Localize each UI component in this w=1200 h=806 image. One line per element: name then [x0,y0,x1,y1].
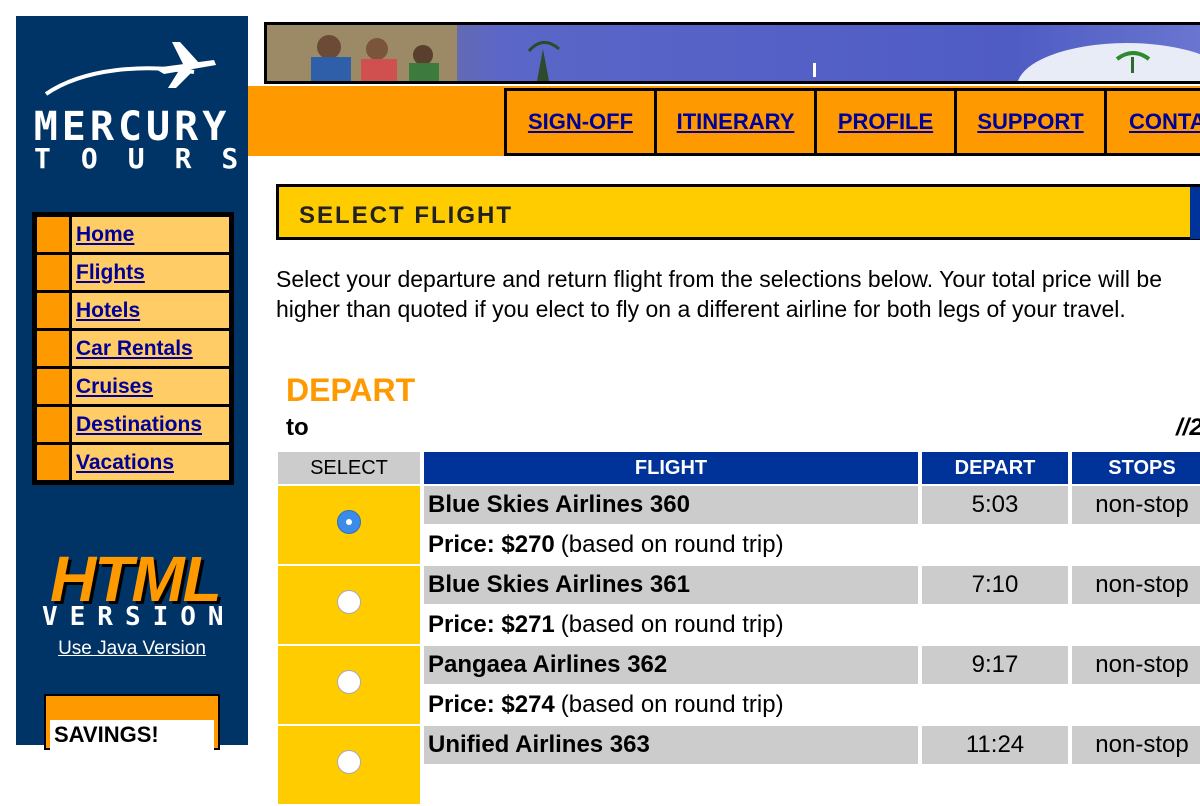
savings-text: SAVINGS! [54,722,159,747]
sidebar-link-car-rentals[interactable]: Car Rentals [76,337,193,361]
sidebar-link-destinations[interactable]: Destinations [76,413,202,437]
section-title: SELECT FLIGHT [299,202,513,229]
itinerary-link[interactable]: ITINERARY [677,109,795,135]
flight-name: Blue Skies Airlines 361 [424,566,918,604]
topnav-item-profile: PROFILE [814,88,954,156]
select-flight-header: SELECT FLIGHT [276,184,1200,240]
flight-depart-time: 9:17 [922,646,1068,684]
header-banner-image [264,22,1200,84]
depart-date: //2 [1176,414,1200,441]
flight-name: Unified Airlines 363 [424,726,918,764]
mercury-tours-logo[interactable]: MERCURY TOURS [16,38,248,178]
sidebar-item-vacations: Vacations [34,445,232,480]
flight-price: Price: $270 [428,531,555,558]
airplane-logo-icon [44,42,216,96]
flight-price: Price: $274 [428,691,555,718]
table-row: Blue Skies Airlines 360 5:03 non-stop Pr… [276,486,1200,566]
topnav-item-sign-off: SIGN-OFF [504,88,654,156]
logo-text-tours: TOURS [34,142,269,175]
topnav-item-itinerary: ITINERARY [654,88,814,156]
sidebar-item-home: Home [34,217,232,252]
flight-depart-time: 11:24 [922,726,1068,764]
flight-radio-1[interactable] [337,590,361,614]
profile-link[interactable]: PROFILE [838,109,933,135]
column-header-flight: FLIGHT [424,452,918,484]
column-header-stops: STOPS [1072,452,1200,484]
flight-name: Blue Skies Airlines 360 [424,486,918,524]
table-row: Unified Airlines 363 11:24 non-stop [276,726,1200,806]
top-navigation-bar: SIGN-OFF ITINERARY PROFILE SUPPORT CONTA… [248,86,1200,156]
flight-stops: non-stop [1072,726,1200,764]
top-nav-links: SIGN-OFF ITINERARY PROFILE SUPPORT CONTA… [504,88,1200,156]
sidebar-link-hotels[interactable]: Hotels [76,299,140,323]
support-link[interactable]: SUPPORT [977,109,1083,135]
depart-title: DEPART [286,372,416,408]
use-java-version-link[interactable]: Use Java Version [58,638,206,659]
version-badge-text: VERSION [42,602,236,632]
flight-stops: non-stop [1072,486,1200,524]
sign-off-link[interactable]: SIGN-OFF [528,109,633,135]
flight-price-note: (based on round trip) [560,691,784,718]
sidebar-item-destinations: Destinations [34,407,232,442]
sidebar-link-cruises[interactable]: Cruises [76,375,153,399]
flight-stops: non-stop [1072,566,1200,604]
html-version-badge: HTML VERSION [16,536,248,632]
column-header-depart: DEPART [922,452,1068,484]
intro-text: Select your departure and return flight … [276,266,1162,322]
sidebar-link-home[interactable]: Home [76,223,134,247]
flight-radio-2[interactable] [337,670,361,694]
column-header-select: SELECT [278,452,420,484]
sidebar-link-flights[interactable]: Flights [76,261,145,285]
flight-name: Pangaea Airlines 362 [424,646,918,684]
sidebar-item-flights: Flights [34,255,232,290]
flight-radio-3[interactable] [337,750,361,774]
sidebar-nav: Home Flights Hotels Car Rentals Cruises … [32,212,234,485]
banner-photo-icon [267,25,1200,81]
topnav-item-contact: CONTACT [1104,88,1200,156]
flight-price-note: (based on round trip) [560,611,784,638]
depart-route: to [286,414,309,441]
left-sidebar: MERCURY TOURS Home Flights Hotels Car Re… [16,16,248,750]
flight-price: Price: $271 [428,611,555,638]
topnav-item-support: SUPPORT [954,88,1104,156]
flight-depart-time: 5:03 [922,486,1068,524]
sidebar-item-hotels: Hotels [34,293,232,328]
flight-price-note: (based on round trip) [560,531,784,558]
sidebar-item-car-rentals: Car Rentals [34,331,232,366]
flight-radio-0[interactable] [337,510,361,534]
table-row: Blue Skies Airlines 361 7:10 non-stop Pr… [276,566,1200,646]
table-row: Pangaea Airlines 362 9:17 non-stop Price… [276,646,1200,726]
flight-stops: non-stop [1072,646,1200,684]
sidebar-link-vacations[interactable]: Vacations [76,451,174,475]
savings-box[interactable]: SAVINGS! [44,694,220,750]
contact-link[interactable]: CONTACT [1129,109,1200,135]
sidebar-item-cruises: Cruises [34,369,232,404]
flight-depart-time: 7:10 [922,566,1068,604]
